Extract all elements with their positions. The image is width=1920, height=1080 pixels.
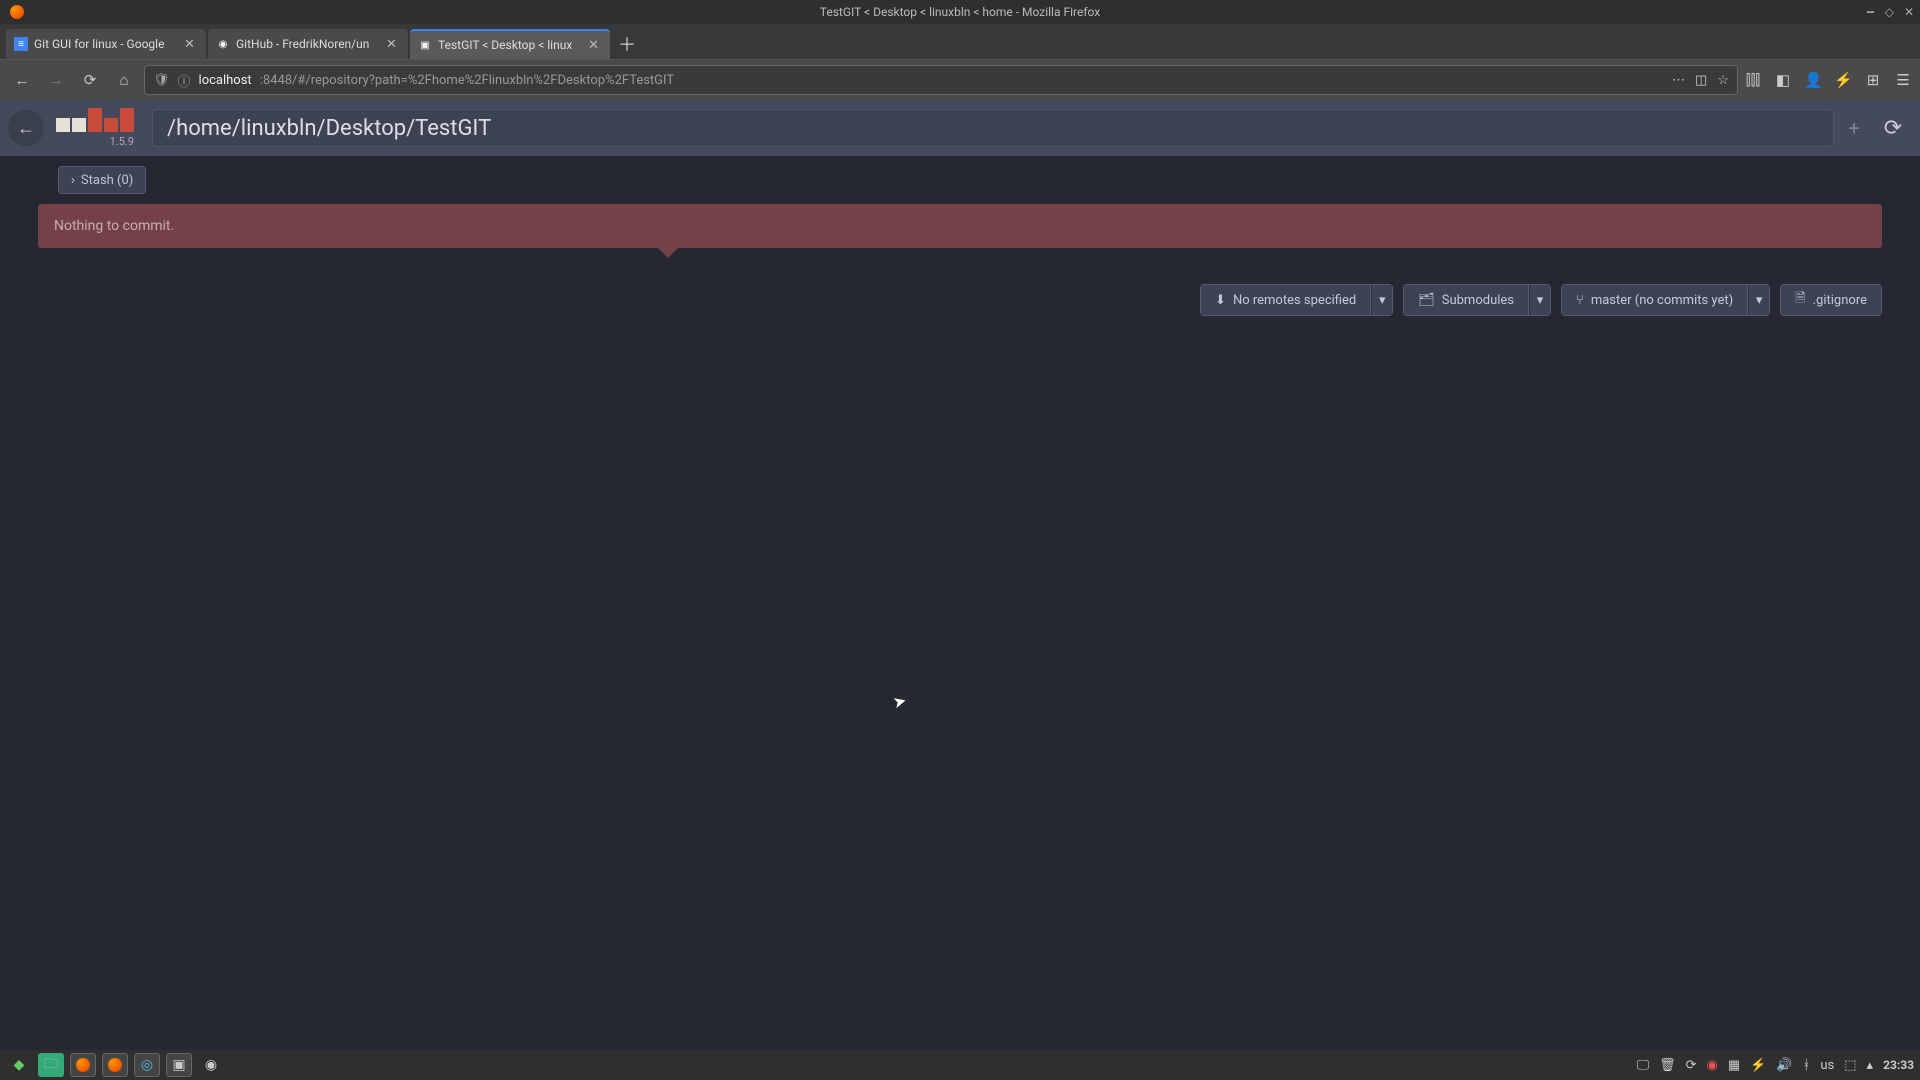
tab-github[interactable]: ◉ GitHub - FredrikNoren/un ✕ xyxy=(208,29,408,59)
branch-dropdown[interactable]: ▾ xyxy=(1748,284,1770,316)
back-button[interactable]: ← xyxy=(8,66,36,94)
commit-banner[interactable]: Nothing to commit. xyxy=(38,204,1882,248)
account-icon[interactable]: 👤 xyxy=(1804,71,1822,89)
reader-icon[interactable]: ◫ xyxy=(1695,73,1707,88)
shield-icon: 🛡 xyxy=(153,73,170,88)
sync-icon[interactable]: ⟳ xyxy=(1686,1058,1697,1073)
remotes-button[interactable]: ⬇ No remotes specified xyxy=(1200,284,1371,316)
firefox-icon xyxy=(10,5,24,19)
remotes-label: No remotes specified xyxy=(1233,293,1356,308)
repo-path-text: /home/linuxbln/Desktop/TestGIT xyxy=(167,116,491,141)
back-circle-button[interactable]: ← xyxy=(8,110,44,146)
chevron-down-icon: ▾ xyxy=(1537,293,1544,308)
refresh-icon: ⟳ xyxy=(1884,116,1902,141)
start-menu-icon[interactable]: ◆ xyxy=(6,1053,32,1077)
obs-icon[interactable]: ◉ xyxy=(198,1053,224,1077)
add-repo-button[interactable]: + xyxy=(1844,116,1864,140)
reload-button[interactable]: ⟳ xyxy=(76,66,104,94)
arrow-left-icon: ← xyxy=(17,118,35,139)
remotes-dropdown[interactable]: ▾ xyxy=(1371,284,1393,316)
gitignore-button[interactable]: 🗎 .gitignore xyxy=(1780,284,1882,316)
tab-google[interactable]: ≡ Git GUI for linux - Google ✕ xyxy=(6,29,206,59)
repo-button-bar: ⬇ No remotes specified ▾ 🗂 Submodules ▾ … xyxy=(0,284,1882,316)
commit-message: Nothing to commit. xyxy=(54,218,174,234)
maximize-icon[interactable]: ◇ xyxy=(1885,5,1894,19)
browser-toolbar: ← → ⟳ ⌂ 🛡 ⓘ localhost :8448/#/repository?… xyxy=(0,60,1920,100)
network-icon[interactable]: ⬚ xyxy=(1844,1058,1856,1073)
submodules-dropdown[interactable]: ▾ xyxy=(1529,284,1551,316)
power-icon[interactable]: ⚡ xyxy=(1750,1058,1766,1073)
firefox-task-icon[interactable] xyxy=(70,1053,96,1077)
gitignore-label: .gitignore xyxy=(1813,293,1867,308)
submodules-label: Submodules xyxy=(1442,293,1514,308)
tab-strip: ≡ Git GUI for linux - Google ✕ ◉ GitHub … xyxy=(0,24,1920,60)
tab-label: GitHub - FredrikNoren/un xyxy=(236,37,380,51)
panel-icon[interactable]: ▦ xyxy=(1728,1058,1740,1073)
chevron-right-icon: › xyxy=(71,173,75,188)
branch-icon: ⑂ xyxy=(1576,293,1584,308)
menu-icon[interactable]: ☰ xyxy=(1894,71,1912,89)
keyboard-layout[interactable]: us xyxy=(1820,1058,1834,1073)
ungit-app: ← 1.5.9 /home/linuxbln/Desktop/TestGIT +… xyxy=(0,100,1920,1050)
refresh-button[interactable]: ⟳ xyxy=(1874,109,1912,147)
info-icon: ⓘ xyxy=(178,71,191,90)
terminal-icon[interactable]: ▣ xyxy=(166,1053,192,1077)
chevron-down-icon: ▾ xyxy=(1756,293,1763,308)
branch-label: master (no commits yet) xyxy=(1591,293,1733,308)
download-icon: ⬇ xyxy=(1215,293,1226,308)
display-icon[interactable]: 🖵 xyxy=(1637,1058,1650,1073)
page-icon: ▣ xyxy=(418,38,432,52)
google-docs-icon: ≡ xyxy=(14,37,28,51)
close-icon[interactable]: ✕ xyxy=(1904,5,1914,19)
sidebar-icon[interactable]: ◧ xyxy=(1774,71,1792,89)
browser-task-icon[interactable]: ◎ xyxy=(134,1053,160,1077)
flash-icon[interactable]: ⚡ xyxy=(1834,71,1852,89)
ellipsis-icon[interactable]: ⋯ xyxy=(1672,73,1685,88)
tab-label: TestGIT < Desktop < linux xyxy=(438,38,582,52)
repo-path-input[interactable]: /home/linuxbln/Desktop/TestGIT xyxy=(152,109,1834,147)
close-icon[interactable]: ✕ xyxy=(386,37,400,51)
close-icon[interactable]: ✕ xyxy=(588,38,602,52)
stash-button[interactable]: › Stash (0) xyxy=(58,166,146,194)
ungit-header: ← 1.5.9 /home/linuxbln/Desktop/TestGIT +… xyxy=(0,100,1920,156)
forward-button[interactable]: → xyxy=(42,66,70,94)
minimize-icon[interactable]: 🗕 xyxy=(1866,2,1875,23)
branch-button[interactable]: ⑂ master (no commits yet) xyxy=(1561,284,1748,316)
gitignore-group: 🗎 .gitignore xyxy=(1780,284,1882,316)
window-title: TestGIT < Desktop < linuxbln < home - Mo… xyxy=(820,5,1100,19)
tab-label: Git GUI for linux - Google xyxy=(34,37,178,51)
record-icon[interactable]: ◉ xyxy=(1707,1058,1718,1073)
remotes-group: ⬇ No remotes specified ▾ xyxy=(1200,284,1393,316)
submodules-button[interactable]: 🗂 Submodules xyxy=(1403,284,1529,316)
trash-icon[interactable]: 🗑 xyxy=(1659,1058,1676,1073)
home-button[interactable]: ⌂ xyxy=(110,66,138,94)
bookmark-star-icon[interactable]: ☆ xyxy=(1717,73,1729,88)
clock[interactable]: 23:33 xyxy=(1883,1058,1914,1072)
new-tab-button[interactable]: ＋ xyxy=(612,29,642,59)
volume-icon[interactable]: 🔊 xyxy=(1776,1058,1792,1073)
bluetooth-icon[interactable]: ᚼ xyxy=(1803,1058,1811,1073)
url-host: localhost xyxy=(199,73,252,88)
close-icon[interactable]: ✕ xyxy=(184,37,198,51)
extensions-icon[interactable]: ⊞ xyxy=(1864,71,1882,89)
chevron-down-icon: ▾ xyxy=(1379,293,1386,308)
firefox-task-icon-2[interactable] xyxy=(102,1053,128,1077)
tab-ungit[interactable]: ▣ TestGIT < Desktop < linux ✕ xyxy=(410,29,610,59)
url-path: :8448/#/repository?path=%2Fhome%2Flinuxb… xyxy=(260,73,674,88)
ungit-logo[interactable] xyxy=(56,108,134,132)
library-icon[interactable]: ⫿⫿⫿ xyxy=(1744,71,1762,89)
folder-icon: 🗂 xyxy=(1418,293,1435,308)
github-icon: ◉ xyxy=(216,37,230,51)
stash-label: Stash (0) xyxy=(81,173,133,188)
taskbar: ◆ 🗀 ◎ ▣ ◉ 🖵 🗑 ⟳ ◉ ▦ ⚡ 🔊 ᚼ us ⬚ ▴ 23:33 xyxy=(0,1050,1920,1080)
file-icon: 🗎 xyxy=(1795,289,1805,311)
chevron-up-icon[interactable]: ▴ xyxy=(1867,1058,1874,1073)
branch-group: ⑂ master (no commits yet) ▾ xyxy=(1561,284,1770,316)
version-label: 1.5.9 xyxy=(110,135,134,148)
url-bar[interactable]: 🛡 ⓘ localhost :8448/#/repository?path=%2F… xyxy=(144,65,1738,95)
submodules-group: 🗂 Submodules ▾ xyxy=(1403,284,1551,316)
file-manager-icon[interactable]: 🗀 xyxy=(38,1053,64,1077)
